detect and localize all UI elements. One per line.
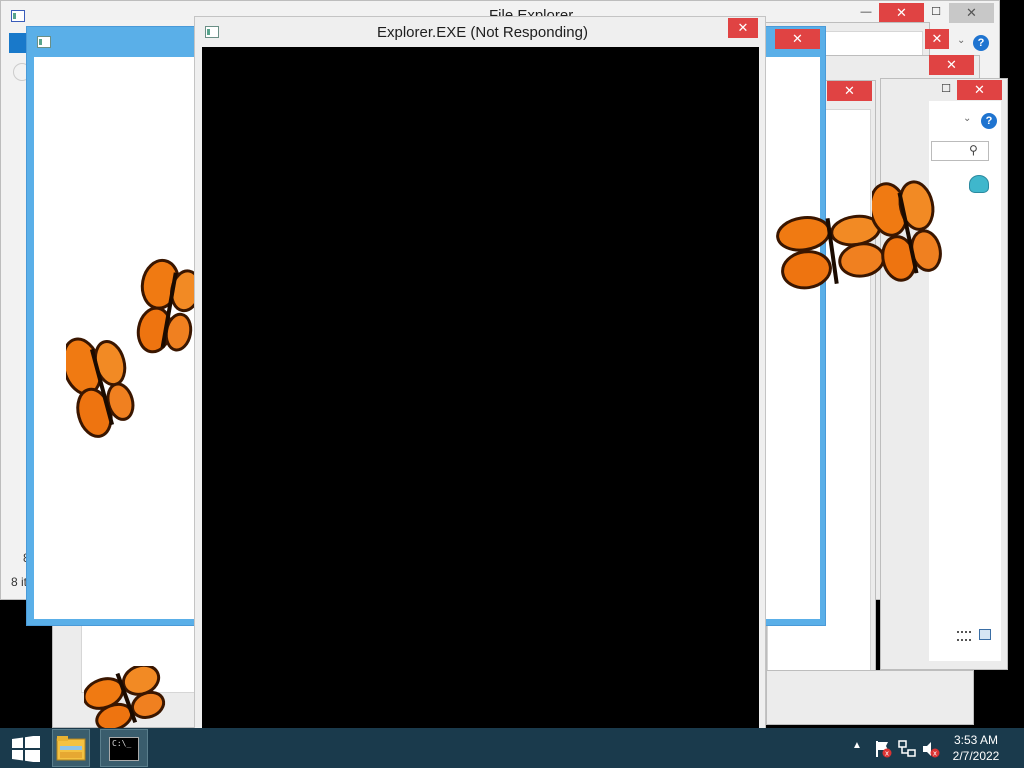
close-button[interactable]: ✕: [925, 29, 949, 49]
svg-text:x: x: [933, 750, 937, 758]
butterfly-image-1: [66, 337, 135, 438]
butterfly-image-2: [136, 258, 200, 354]
close-button-2[interactable]: ✕: [949, 3, 994, 23]
desktop: File Explorer — ✕ ☐ ✕ 8 8 it ✕ ? ⌄ ✕ ☐ ✕…: [0, 0, 1024, 768]
clock-time[interactable]: 3:53 AM: [946, 733, 1006, 747]
search-box[interactable]: [931, 141, 989, 161]
close-button[interactable]: ✕: [879, 3, 924, 23]
thumbnail-view-icon[interactable]: [979, 629, 991, 640]
chevron-down-icon[interactable]: ⌄: [957, 35, 965, 46]
butterfly-image-5: [84, 666, 166, 728]
explorer-window-bottom-strip: [766, 670, 974, 725]
window-app-icon: [37, 36, 51, 48]
volume-muted-icon[interactable]: x: [922, 740, 940, 758]
windows-logo-icon: [12, 736, 40, 762]
search-icon[interactable]: ⚲: [969, 143, 978, 157]
minimize-button[interactable]: —: [853, 3, 879, 23]
status-bar-text: 8 it: [11, 575, 28, 589]
start-button[interactable]: [4, 729, 48, 767]
command-prompt-glyph: C:\_: [112, 739, 132, 748]
maximize-button[interactable]: ☐: [923, 3, 949, 23]
chevron-down-icon[interactable]: ⌄: [963, 113, 971, 124]
shell-icon[interactable]: [969, 175, 989, 193]
details-view-icon[interactable]: [957, 631, 971, 641]
window-app-icon: [205, 26, 219, 38]
clock-date[interactable]: 2/7/2022: [946, 749, 1006, 763]
command-prompt-icon: C:\_: [109, 737, 139, 761]
folder-icon: [56, 736, 86, 761]
close-button[interactable]: ✕: [775, 29, 820, 49]
network-icon[interactable]: [898, 740, 916, 758]
explorer-not-responding-window[interactable]: Explorer.EXE (Not Responding) ✕: [194, 16, 766, 744]
help-icon[interactable]: ?: [981, 113, 997, 129]
close-button[interactable]: ✕: [827, 81, 872, 101]
file-explorer-app-icon: [11, 10, 25, 22]
window-title: Explorer.EXE (Not Responding): [377, 24, 588, 41]
close-button[interactable]: ✕: [957, 80, 1002, 100]
unresponsive-client-area: [202, 47, 759, 737]
action-center-flag-icon[interactable]: x: [874, 740, 892, 758]
show-hidden-icons-icon[interactable]: ▲: [852, 740, 862, 751]
taskbar: C:\_ ▲ x x 3:53 AM 2/7/2022: [0, 728, 1024, 768]
explorer-window-right-3[interactable]: ☐ ✕ ⌄ ? ⚲: [880, 78, 1008, 670]
taskbar-command-prompt-button[interactable]: C:\_: [100, 729, 148, 767]
help-icon[interactable]: ?: [973, 35, 989, 51]
close-button[interactable]: ✕: [728, 18, 758, 38]
taskbar-file-explorer-button[interactable]: [52, 729, 90, 767]
svg-text:x: x: [885, 750, 889, 758]
butterfly-image-4: [872, 180, 942, 282]
close-button[interactable]: ✕: [929, 55, 974, 75]
maximize-button[interactable]: ☐: [933, 80, 959, 100]
